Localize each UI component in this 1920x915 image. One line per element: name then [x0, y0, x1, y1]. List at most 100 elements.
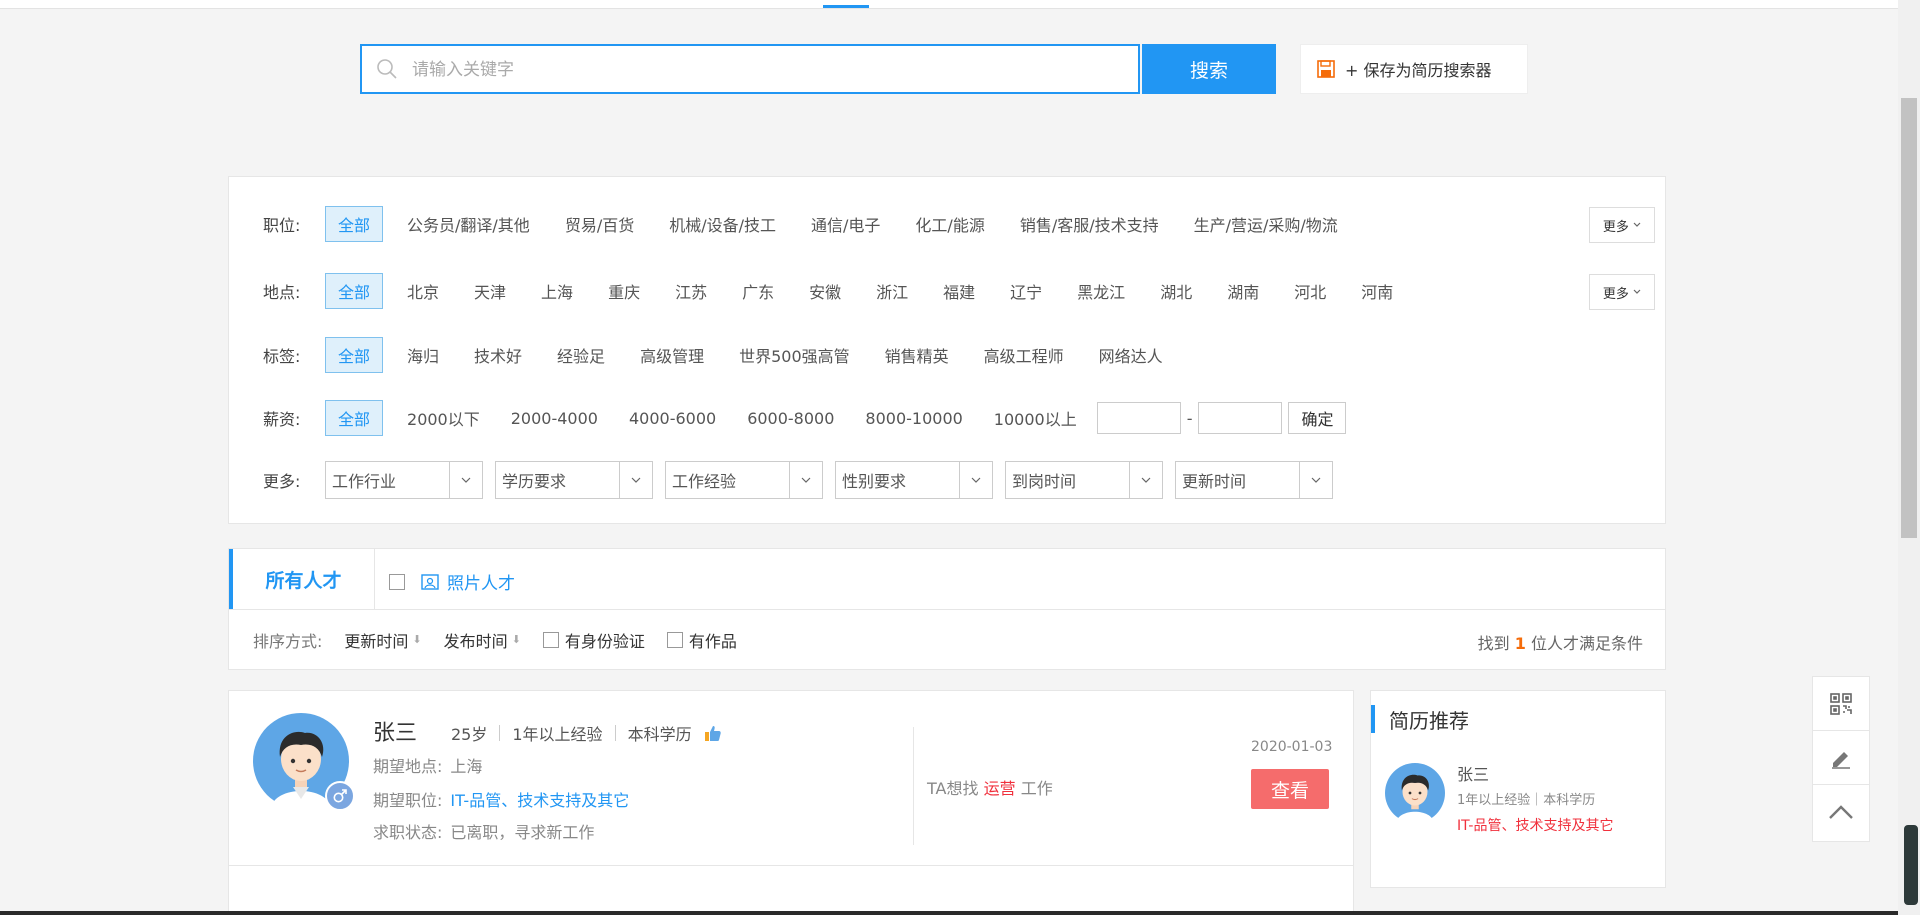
gender-select[interactable]: 性别要求 [835, 461, 993, 499]
vertical-scrollbar[interactable] [1898, 0, 1920, 915]
filter-chip[interactable]: 北京 [407, 279, 439, 303]
filter-chip[interactable]: 全部 [325, 206, 384, 242]
sort-by-publish-time[interactable]: 发布时间 ⬇ [444, 628, 521, 652]
id-verified-filter[interactable]: 有身份验证 [542, 628, 645, 652]
more-position-button[interactable]: 更多 [1589, 207, 1655, 243]
filter-row-position: 职位: 全部 公务员/翻译/其他 贸易/百货 机械/设备/技工 通信/电子 化工… [229, 206, 1373, 242]
back-to-top-button[interactable] [1813, 785, 1869, 839]
filter-chip[interactable]: 全部 [325, 400, 384, 436]
has-works-filter[interactable]: 有作品 [666, 628, 737, 652]
filter-chip[interactable]: 2000以下 [407, 406, 480, 430]
divider [913, 727, 914, 845]
filter-chip[interactable]: 上海 [541, 279, 573, 303]
view-resume-button[interactable]: 查看 [1251, 769, 1329, 809]
tab-all-talent[interactable]: 所有人才 [229, 549, 375, 609]
select-value: 工作行业 [332, 472, 397, 491]
filter-chip[interactable]: 世界500强高管 [739, 343, 850, 367]
filter-chip[interactable]: 8000-10000 [865, 409, 962, 428]
filter-chip[interactable]: 浙江 [876, 279, 908, 303]
photo-talent-label: 照片人才 [447, 574, 515, 594]
filter-chip[interactable]: 高级管理 [640, 343, 704, 367]
search-button[interactable]: 搜索 [1142, 44, 1276, 94]
edit-button[interactable] [1813, 731, 1869, 785]
filter-chip[interactable]: 经验足 [557, 343, 605, 367]
salary-min-input[interactable] [1096, 402, 1181, 434]
candidate-name[interactable]: 张三 [373, 715, 417, 747]
filter-chip[interactable]: 河北 [1294, 279, 1326, 303]
scrollbar-thumb[interactable] [1901, 98, 1917, 538]
filter-chip[interactable]: 天津 [474, 279, 506, 303]
experience-select[interactable]: 工作经验 [665, 461, 823, 499]
info-value: 上海 [450, 757, 483, 776]
salary-max-input[interactable] [1198, 402, 1283, 434]
more-label: 更多 [1602, 219, 1629, 235]
filter-chip[interactable]: 6000-8000 [747, 409, 834, 428]
filter-chip[interactable]: 通信/电子 [811, 212, 880, 236]
filter-chip[interactable]: 全部 [325, 273, 384, 309]
filter-chip[interactable]: 高级工程师 [984, 343, 1064, 367]
recommend-meta: 1年以上经验｜本科学历 [1457, 793, 1596, 808]
industry-select[interactable]: 工作行业 [325, 461, 483, 499]
filter-chip[interactable]: 海归 [407, 343, 439, 367]
education-select[interactable]: 学历要求 [495, 461, 653, 499]
filter-chip[interactable]: 生产/营运/采购/物流 [1194, 212, 1338, 236]
filter-chip[interactable]: 化工/能源 [915, 212, 984, 236]
top-nav-bar [0, 0, 1898, 9]
filter-chip[interactable]: 湖南 [1227, 279, 1259, 303]
filter-chip[interactable]: 10000以上 [994, 406, 1077, 430]
avatar[interactable] [1385, 763, 1445, 823]
candidate-experience: 1年以上经验 [512, 725, 603, 744]
has-works-checkbox[interactable] [666, 631, 683, 648]
filter-chip[interactable]: 贸易/百货 [565, 212, 634, 236]
filter-chip[interactable]: 辽宁 [1010, 279, 1042, 303]
wants-job: TA想找 运营 工作 [927, 775, 1053, 799]
more-location-button[interactable]: 更多 [1589, 274, 1655, 310]
expected-location: 期望地点: 上海 [373, 753, 482, 777]
qrcode-button[interactable] [1813, 677, 1869, 731]
filter-chip[interactable]: 湖北 [1160, 279, 1192, 303]
filter-chip[interactable]: 机械/设备/技工 [669, 212, 776, 236]
separator [499, 725, 501, 741]
filter-chip[interactable]: 江苏 [675, 279, 707, 303]
sort-by-update-time[interactable]: 更新时间 ⬇ [344, 628, 421, 652]
job-status: 求职状态: 已离职，寻求新工作 [373, 819, 594, 843]
filter-chip[interactable]: 2000-4000 [511, 409, 598, 428]
filter-row-salary: 薪资: 全部 2000以下 2000-4000 4000-6000 6000-8… [229, 400, 1347, 436]
filter-chip[interactable]: 全部 [325, 337, 384, 373]
resume-card: 张三 25岁 1年以上经验 本科学历 期望地点: 上海 期望职位: IT-品管、技术… [228, 690, 1354, 915]
filter-chip[interactable]: 黑龙江 [1077, 279, 1125, 303]
male-icon [325, 781, 355, 811]
nav-active-indicator [823, 5, 869, 8]
filter-chip[interactable]: 公务员/翻译/其他 [407, 212, 530, 236]
save-search-button[interactable]: + 保存为简历搜索器 [1300, 44, 1528, 94]
filter-chip[interactable]: 福建 [943, 279, 975, 303]
search-input[interactable] [410, 54, 1114, 86]
recommend-job: IT-品管、技术支持及其它 [1457, 818, 1614, 834]
recommend-name[interactable]: 张三 [1457, 761, 1489, 785]
filter-chip[interactable]: 河南 [1361, 279, 1393, 303]
filter-chip[interactable]: 重庆 [608, 279, 640, 303]
want-suffix: 工作 [1020, 779, 1053, 798]
filter-chip[interactable]: 销售/客服/技术支持 [1020, 212, 1159, 236]
chevron-down-icon [801, 477, 811, 483]
update-time-select[interactable]: 更新时间 [1175, 461, 1333, 499]
arrow-down-icon: ⬇ [511, 633, 521, 646]
search-icon [377, 59, 397, 79]
save-search-label: + 保存为简历搜索器 [1345, 61, 1492, 80]
filter-chip[interactable]: 销售精英 [885, 343, 949, 367]
filter-chip[interactable]: 广东 [742, 279, 774, 303]
chevron-down-icon [631, 477, 641, 483]
filter-chip[interactable]: 安徽 [809, 279, 841, 303]
found-suffix: 位人才满足条件 [1530, 634, 1643, 653]
photo-talent-checkbox[interactable] [389, 573, 405, 590]
chevron-down-icon [1311, 477, 1321, 483]
id-verified-checkbox[interactable] [542, 631, 559, 648]
salary-confirm-button[interactable]: 确定 [1288, 402, 1347, 434]
back-to-top-icon [1829, 805, 1853, 819]
save-icon [1317, 60, 1335, 78]
filter-chip[interactable]: 4000-6000 [629, 409, 716, 428]
photo-talent-option[interactable]: 照片人才 [389, 569, 515, 594]
filter-chip[interactable]: 网络达人 [1099, 343, 1163, 367]
filter-chip[interactable]: 技术好 [474, 343, 522, 367]
arrival-time-select[interactable]: 到岗时间 [1005, 461, 1163, 499]
